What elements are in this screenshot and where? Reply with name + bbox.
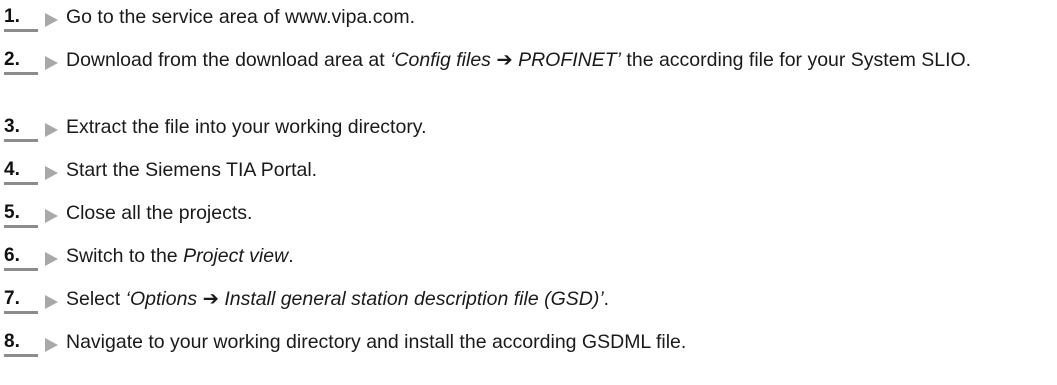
step-number-box: 6. xyxy=(4,243,38,271)
step-number-box: 2. xyxy=(4,47,38,75)
step-number-underline xyxy=(4,268,38,271)
step-text-menu-path: ‘Config files ➔ PROFINET’ xyxy=(390,49,622,71)
step-text: Select ‘Options ➔ Install general statio… xyxy=(66,287,1051,311)
step-text-segment: Start the Siemens TIA Portal. xyxy=(66,159,318,181)
step-arrow-icon xyxy=(45,252,58,266)
step-number: 8. xyxy=(4,331,20,352)
step-number: 1. xyxy=(4,6,20,27)
step-number-underline xyxy=(4,139,38,142)
step-text: Start the Siemens TIA Portal. xyxy=(66,158,1051,182)
step-text: Navigate to your working directory and i… xyxy=(66,330,1051,354)
step-arrow-icon xyxy=(45,123,58,137)
step-number: 5. xyxy=(4,202,20,223)
step-number-box: 5. xyxy=(4,200,38,228)
step-text-segment: Go to the service area of www.vipa.com. xyxy=(66,6,415,28)
step-text-segment: Select xyxy=(66,288,126,310)
step-number-underline xyxy=(4,354,38,357)
step-number-box: 1. xyxy=(4,4,38,32)
step-number-box: 7. xyxy=(4,286,38,314)
step-text-segment: Switch to the xyxy=(66,245,184,267)
step-text: Extract the file into your working direc… xyxy=(66,115,1051,139)
step-number-box: 8. xyxy=(4,329,38,357)
step-text-segment: Extract the file into your working direc… xyxy=(66,116,427,138)
step-arrow-icon xyxy=(45,209,58,223)
step-text: Switch to the Project view. xyxy=(66,244,1051,268)
step-number-underline xyxy=(4,29,38,32)
step-text-segment: . xyxy=(603,288,610,310)
step-text: Go to the service area of www.vipa.com. xyxy=(66,5,1051,29)
step-text: Download from the download area at ‘Conf… xyxy=(66,48,1051,72)
step-arrow-icon xyxy=(45,295,58,309)
step-text: Close all the projects. xyxy=(66,201,1051,225)
step-number-underline xyxy=(4,182,38,185)
step-arrow-icon xyxy=(45,166,58,180)
step-arrow-icon xyxy=(45,13,58,27)
step-text-segment: . xyxy=(288,245,294,267)
step-text-segment: Close all the projects. xyxy=(66,202,253,224)
step-number: 4. xyxy=(4,159,20,180)
step-text-menu-path: ‘Options ➔ Install general station descr… xyxy=(125,288,604,310)
step-number-underline xyxy=(4,225,38,228)
step-number: 3. xyxy=(4,116,20,137)
step-arrow-icon xyxy=(45,338,58,352)
step-arrow-icon xyxy=(45,56,58,70)
step-text-segment: Navigate to your working directory and i… xyxy=(66,331,687,353)
step-number-underline xyxy=(4,311,38,314)
step-number-box: 4. xyxy=(4,157,38,185)
step-text-segment: the according file for your System SLIO. xyxy=(621,49,972,71)
step-number: 6. xyxy=(4,245,20,266)
step-number: 7. xyxy=(4,288,20,309)
step-text-segment: Download from the download area at xyxy=(66,49,391,71)
step-text-view-name: Project view xyxy=(183,245,289,267)
step-number-underline xyxy=(4,72,38,75)
step-number: 2. xyxy=(4,49,20,70)
step-number-box: 3. xyxy=(4,114,38,142)
